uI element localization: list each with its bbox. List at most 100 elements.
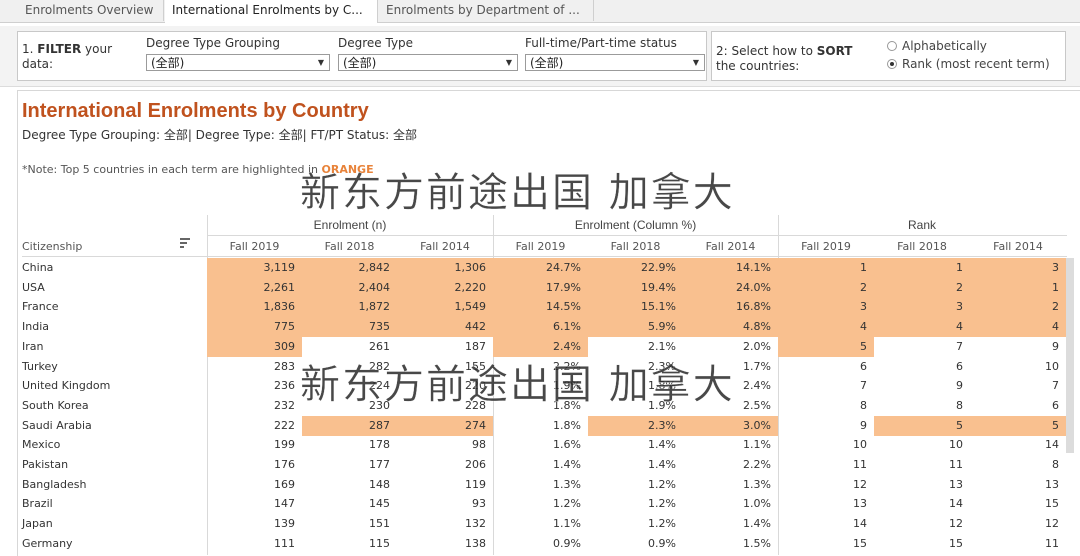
table-cell: 2,404 (302, 277, 397, 298)
table-cell: 132 (465, 517, 486, 531)
table-cell: 17.9% (493, 277, 588, 298)
table-cell: 5 (778, 336, 874, 357)
tab-enrolments-by-department[interactable]: Enrolments by Department of ... (379, 0, 594, 21)
table-cell: 14.5% (493, 297, 588, 318)
table-cell: 22.9% (588, 258, 683, 278)
tab-enrolments-overview[interactable]: Enrolments Overview (18, 0, 164, 21)
table-cell: 1.2% (648, 477, 676, 491)
filter-bar: 1. FILTER your data: Degree Type Groupin… (0, 26, 1080, 87)
table-cell: 0.9% (553, 536, 581, 550)
sort-option-alphabetical[interactable]: Alphabetically (887, 39, 987, 53)
table-row: Mexico 199 178 98 1.6% 1.4% 1.1% 10 10 14 (0, 435, 1080, 455)
page-title: International Enrolments by Country (22, 100, 369, 122)
table-cell: 274 (397, 415, 493, 436)
table-cell: 775 (207, 317, 302, 338)
radio-icon (887, 41, 897, 51)
country-name: South Korea (22, 398, 89, 412)
table-cell: 1.8% (553, 418, 581, 432)
country-name: United Kingdom (22, 379, 111, 393)
table-cell: 1.2% (648, 497, 676, 511)
table-cell: 6 (1052, 398, 1059, 412)
table-cell: 1.3% (553, 477, 581, 491)
table-cell: 1.5% (743, 536, 771, 550)
table-row: China 3,119 2,842 1,306 24.7% 22.9% 14.1% 1 1 3 (0, 258, 1080, 278)
table-cell: 24.0% (683, 277, 778, 298)
table-cell: 206 (465, 458, 486, 471)
table-cell: 119 (465, 477, 486, 491)
table-cell: 151 (369, 517, 390, 531)
table-cell: 11 (949, 458, 963, 471)
table-cell: 1.2% (553, 497, 581, 511)
sort-step-label: 2: Select how to SORT the countries: (716, 44, 853, 73)
degree-type-value: (全部) (343, 56, 377, 70)
table-cell: 1.1% (553, 517, 581, 531)
table-cell: 176 (274, 458, 295, 471)
table-cell: 11 (1045, 536, 1059, 550)
table-row: Saudi Arabia 222 287 274 1.8% 2.3% 3.0% 9 5 5 (0, 415, 1080, 436)
table-cell: 145 (369, 497, 390, 511)
scrollbar[interactable] (1066, 258, 1074, 453)
table-cell: 10 (949, 438, 963, 452)
table-cell: 442 (397, 317, 493, 338)
table-cell: 139 (274, 517, 295, 531)
ftpt-status-select[interactable]: (全部) ▼ (525, 54, 705, 71)
sort-option-rank[interactable]: Rank (most recent term) (887, 57, 1050, 71)
table-cell: 309 (207, 336, 302, 357)
column-header: Fall 2019 (515, 240, 566, 253)
table-row: Germany 111 115 138 0.9% 0.9% 1.5% 15 15 11 (0, 534, 1080, 554)
column-header: Fall 2018 (610, 240, 661, 253)
country-name: Brazil (22, 497, 53, 511)
table-cell: 15 (949, 536, 963, 550)
degree-type-select[interactable]: (全部) ▼ (338, 54, 518, 71)
table-cell: 8 (1052, 458, 1059, 471)
group-header-enrolment-n: Enrolment (n) (313, 218, 387, 232)
degree-type-grouping-label: Degree Type Grouping (146, 36, 280, 50)
table-cell: 9 (860, 418, 867, 432)
table-cell: 13 (949, 477, 963, 491)
country-name: Iran (22, 339, 44, 353)
table-cell: 19.4% (588, 277, 683, 298)
table-cell: 15 (1045, 497, 1059, 511)
table-cell: 4 (874, 317, 970, 338)
table-cell: 14 (1045, 438, 1059, 452)
table-row: Brazil 147 145 93 1.2% 1.2% 1.0% 13 14 15 (0, 494, 1080, 514)
table-cell: 178 (369, 438, 390, 452)
table-cell: 3 (874, 297, 970, 318)
table-cell: 3,119 (207, 258, 302, 278)
table-cell: 1.4% (648, 458, 676, 471)
country-name: USA (22, 280, 45, 294)
watermark: 新东方前途出国 加拿大 (300, 362, 735, 408)
table-cell: 8 (860, 398, 867, 412)
table-cell: 148 (369, 477, 390, 491)
table-cell: 2 (778, 277, 874, 298)
table-cell: 3 (970, 258, 1066, 278)
degree-type-grouping-value: (全部) (151, 56, 185, 70)
table-cell: 16.8% (683, 297, 778, 318)
table-cell: 1.3% (743, 477, 771, 491)
table-cell: 13 (853, 497, 867, 511)
table-row: India 775 735 442 6.1% 5.9% 4.8% 4 4 4 (0, 317, 1080, 338)
table-cell: 2.2% (743, 458, 771, 471)
tab-international-enrolments[interactable]: International Enrolments by C... (165, 0, 378, 23)
table-cell: 10 (853, 438, 867, 452)
country-name: Pakistan (22, 458, 69, 471)
sort-icon[interactable] (180, 238, 190, 248)
table-cell: 4.8% (683, 317, 778, 338)
table-cell: 1 (970, 277, 1066, 298)
table-cell: 2,842 (302, 258, 397, 278)
table-cell: 1.1% (743, 438, 771, 452)
country-name: Japan (22, 517, 53, 531)
table-cell: 13 (1045, 477, 1059, 491)
ftpt-status-value: (全部) (530, 56, 564, 70)
table-cell: 12 (949, 517, 963, 531)
table-cell: 11 (853, 458, 867, 471)
table-cell: 9 (956, 379, 963, 393)
table-cell: 1.4% (648, 438, 676, 452)
country-name: Turkey (22, 359, 58, 373)
table-cell: 15.1% (588, 297, 683, 318)
table-cell: 1 (778, 258, 874, 278)
chevron-down-icon: ▼ (317, 58, 324, 67)
table-cell: 1.2% (648, 517, 676, 531)
table-cell: 1,306 (397, 258, 493, 278)
degree-type-grouping-select[interactable]: (全部) ▼ (146, 54, 330, 71)
